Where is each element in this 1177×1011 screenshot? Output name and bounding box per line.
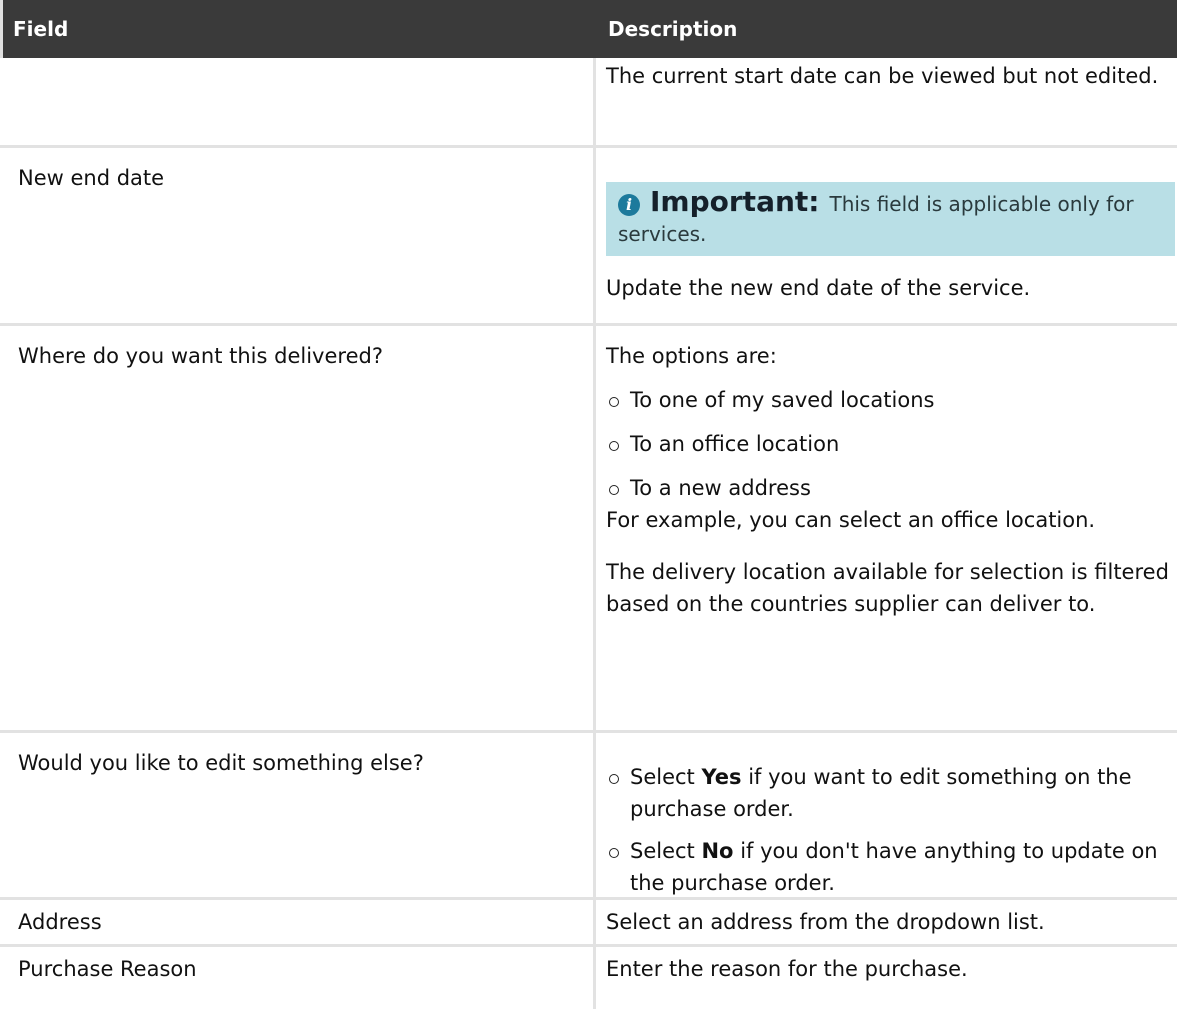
description-text: The current start date can be viewed but… xyxy=(606,64,1159,88)
field-cell: Address xyxy=(0,900,596,944)
bullet-icon xyxy=(609,485,619,495)
list-item: To one of my saved locations xyxy=(606,384,1177,416)
description-cell: The options are: To one of my saved loca… xyxy=(596,326,1177,730)
option-strong: Yes xyxy=(701,765,742,789)
field-cell: New end date xyxy=(0,148,596,323)
list-item: Select No if you don't have anything to … xyxy=(606,835,1177,899)
table-row: Address Select an address from the dropd… xyxy=(0,900,1177,947)
bullet-icon xyxy=(609,441,619,451)
extra-text: The delivery location available for sele… xyxy=(606,560,1169,616)
description-cell: i Important: This field is applicable only… xyxy=(596,148,1177,323)
description-cell: The current start date can be viewed but… xyxy=(596,58,1177,145)
example-text: For example, you can select an office lo… xyxy=(606,508,1096,532)
field-cell: Would you like to edit something else? xyxy=(0,733,596,897)
list-item: To a new address xyxy=(606,472,1177,504)
description-intro: The options are: xyxy=(606,344,777,368)
option-prefix: Select xyxy=(630,839,695,863)
field-cell: Where do you want this delivered? xyxy=(0,326,596,730)
option-text: To an office location xyxy=(630,432,840,456)
option-text: To one of my saved locations xyxy=(630,388,935,412)
option-strong: No xyxy=(701,839,734,863)
description-cell: Select an address from the dropdown list… xyxy=(596,900,1177,944)
header-description: Description xyxy=(608,17,738,41)
description-text: Update the new end date of the service. xyxy=(606,276,1031,300)
note-label: Important: xyxy=(650,185,820,218)
bullet-icon xyxy=(609,848,619,858)
description-text: Select an address from the dropdown list… xyxy=(606,910,1045,934)
field-cell: Purchase Reason xyxy=(0,947,596,1009)
list-item: Select Yes if you want to edit something… xyxy=(606,761,1177,825)
bullet-icon xyxy=(609,774,619,784)
option-prefix: Select xyxy=(630,765,695,789)
field-cell xyxy=(0,58,596,145)
field-description-table: Field Description The current start date… xyxy=(0,0,1177,1009)
info-icon: i xyxy=(618,194,640,216)
description-cell: Select Yes if you want to edit something… xyxy=(596,733,1177,897)
table-row: The current start date can be viewed but… xyxy=(0,58,1177,148)
bullet-icon xyxy=(609,397,619,407)
table-row: Purchase Reason Enter the reason for the… xyxy=(0,947,1177,1009)
important-note: i Important: This field is applicable only… xyxy=(606,182,1175,256)
table-row: Would you like to edit something else? S… xyxy=(0,733,1177,900)
table-row: New end date i Important: This field is ap… xyxy=(0,148,1177,326)
table-header: Field Description xyxy=(0,0,1177,58)
option-text: To a new address xyxy=(630,476,811,500)
description-cell: Enter the reason for the purchase. xyxy=(596,947,1177,1009)
list-item: To an office location xyxy=(606,428,1177,460)
table-row: Where do you want this delivered? The op… xyxy=(0,326,1177,733)
description-text: Enter the reason for the purchase. xyxy=(606,957,968,981)
header-field: Field xyxy=(13,17,69,41)
